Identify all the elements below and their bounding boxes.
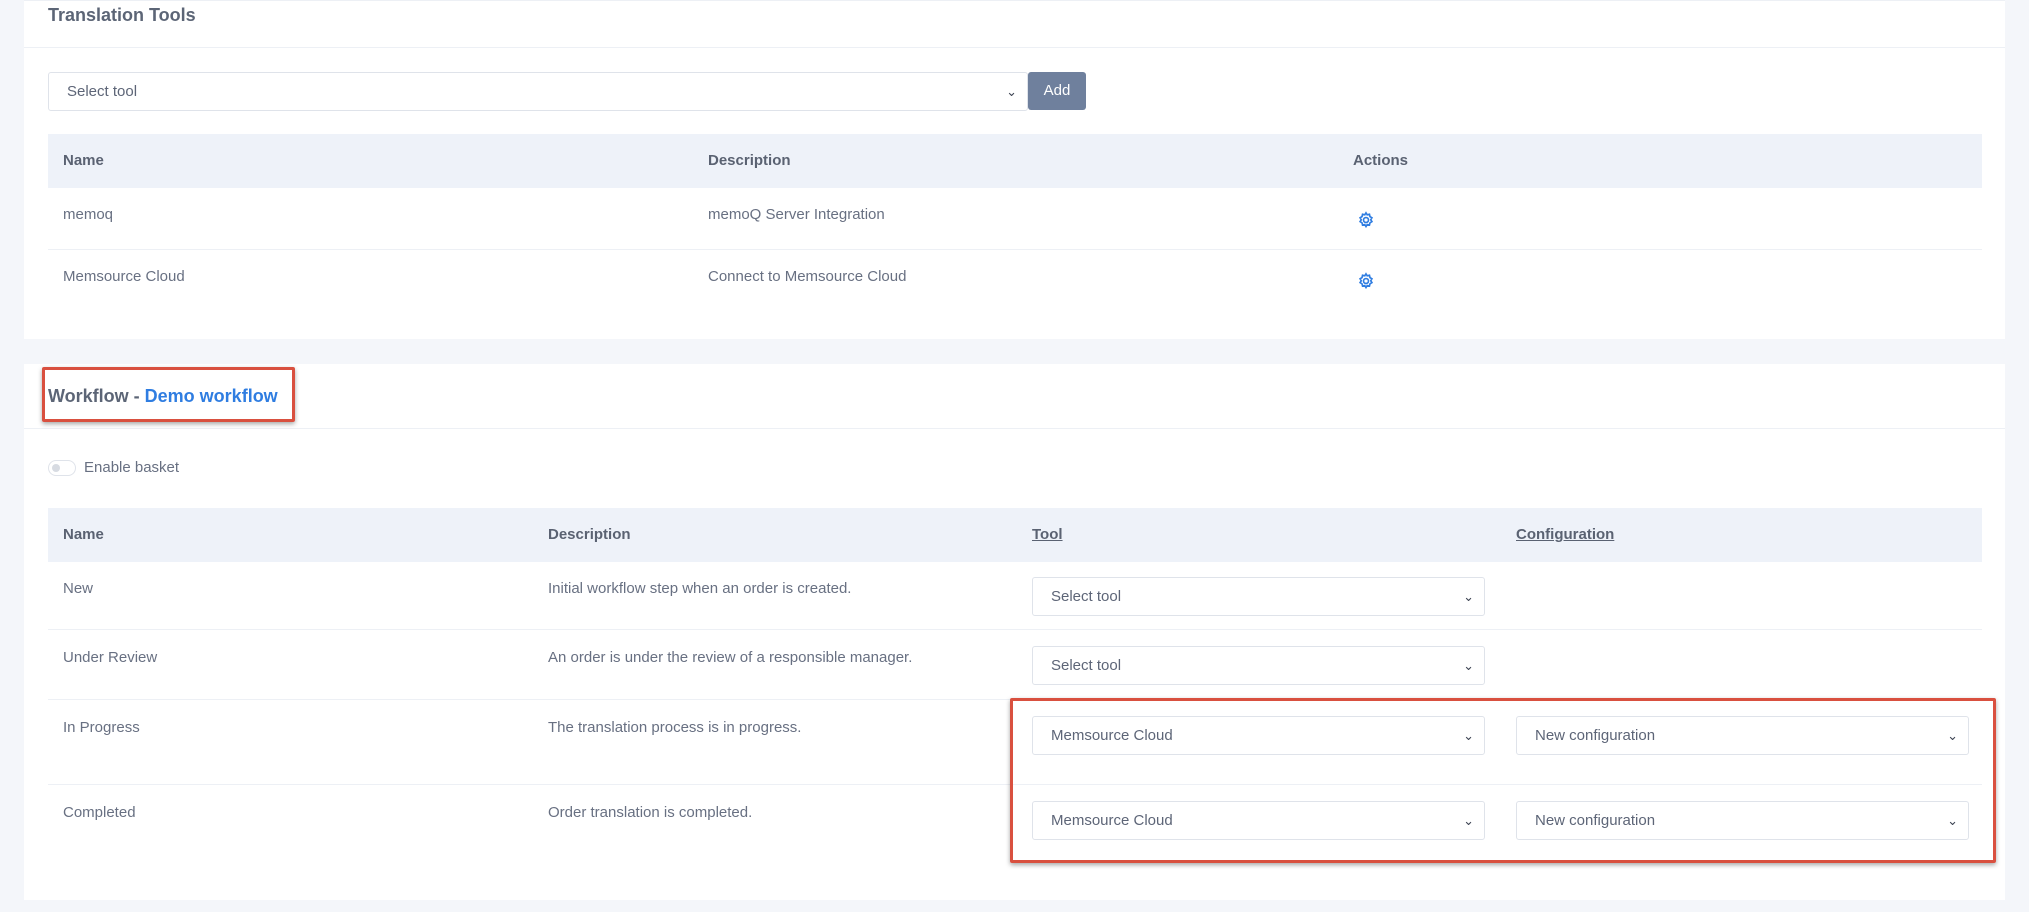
step-configuration-value: New configuration	[1535, 727, 1656, 744]
step-description: An order is under the review of a respon…	[548, 649, 913, 666]
step-description: The translation process is in progress.	[548, 719, 802, 736]
tool-name: Memsource Cloud	[63, 268, 185, 285]
chevron-down-icon: ⌄	[1463, 589, 1474, 604]
step-description: Order translation is completed.	[548, 804, 753, 821]
enable-basket-label: Enable basket	[84, 459, 180, 476]
step-tool-select[interactable]: Memsource Cloud ⌄	[1032, 716, 1485, 755]
gear-icon[interactable]	[1357, 211, 1375, 229]
column-header-configuration[interactable]: Configuration	[1516, 508, 1614, 562]
tool-select[interactable]: Select tool ⌄	[48, 72, 1028, 111]
workflow-card: Workflow - Demo workflow Enable basket N…	[24, 364, 2005, 900]
step-configuration-select[interactable]: New configuration ⌄	[1516, 801, 1969, 840]
step-tool-value: Select tool	[1051, 588, 1122, 605]
step-name: New	[63, 580, 94, 597]
table-row: Under Review An order is under the revie…	[48, 630, 1982, 700]
enable-basket-toggle[interactable]	[48, 460, 76, 476]
step-tool-select[interactable]: Select tool ⌄	[1032, 577, 1485, 616]
translation-tools-card: Translation Tools Select tool ⌄ Add Name…	[24, 0, 2005, 339]
step-tool-select[interactable]: Select tool ⌄	[1032, 646, 1485, 685]
translation-tools-header: Translation Tools	[24, 0, 2005, 48]
column-header-name: Name	[63, 526, 104, 543]
step-tool-value: Memsource Cloud	[1051, 812, 1173, 829]
step-tool-select[interactable]: Memsource Cloud ⌄	[1032, 801, 1485, 840]
translation-tools-title: Translation Tools	[48, 5, 196, 25]
step-tool-value: Select tool	[1051, 657, 1122, 674]
table-row: Memsource Cloud Connect to Memsource Clo…	[48, 250, 1982, 312]
step-name: In Progress	[63, 719, 140, 736]
column-header-description: Description	[548, 526, 631, 543]
workflow-title-prefix: Workflow -	[48, 386, 145, 406]
table-row: memoq memoQ Server Integration	[48, 188, 1982, 250]
tool-description: memoQ Server Integration	[708, 206, 885, 223]
workflow-header: Workflow - Demo workflow	[24, 364, 2005, 429]
table-row: Completed Order translation is completed…	[48, 785, 1982, 865]
chevron-down-icon: ⌄	[1463, 728, 1474, 743]
tool-select-value: Select tool	[67, 83, 138, 100]
toggle-knob	[52, 464, 60, 472]
tool-description: Connect to Memsource Cloud	[708, 268, 907, 285]
column-header-tool[interactable]: Tool	[1032, 508, 1063, 562]
workflow-name-link[interactable]: Demo workflow	[145, 386, 278, 406]
step-tool-value: Memsource Cloud	[1051, 727, 1173, 744]
chevron-down-icon: ⌄	[1006, 84, 1017, 99]
step-name: Under Review	[63, 649, 158, 666]
add-tool-button[interactable]: Add	[1028, 72, 1086, 110]
step-name: Completed	[63, 804, 136, 821]
chevron-down-icon: ⌄	[1463, 813, 1474, 828]
step-configuration-value: New configuration	[1535, 812, 1656, 829]
table-row: In Progress The translation process is i…	[48, 700, 1982, 785]
chevron-down-icon: ⌄	[1463, 658, 1474, 673]
tool-name: memoq	[63, 206, 114, 223]
column-header-actions: Actions	[1353, 152, 1409, 169]
step-configuration-select[interactable]: New configuration ⌄	[1516, 716, 1969, 755]
tools-table-header: Name Description Actions	[48, 134, 1982, 188]
table-row: New Initial workflow step when an order …	[48, 562, 1982, 630]
column-header-name: Name	[63, 152, 104, 169]
step-description: Initial workflow step when an order is c…	[548, 580, 852, 597]
workflow-table-header: Name Description Tool Configuration	[48, 508, 1982, 562]
workflow-title: Workflow - Demo workflow	[48, 386, 278, 407]
chevron-down-icon: ⌄	[1947, 728, 1958, 743]
gear-icon[interactable]	[1357, 272, 1375, 290]
chevron-down-icon: ⌄	[1947, 813, 1958, 828]
column-header-description: Description	[708, 152, 791, 169]
